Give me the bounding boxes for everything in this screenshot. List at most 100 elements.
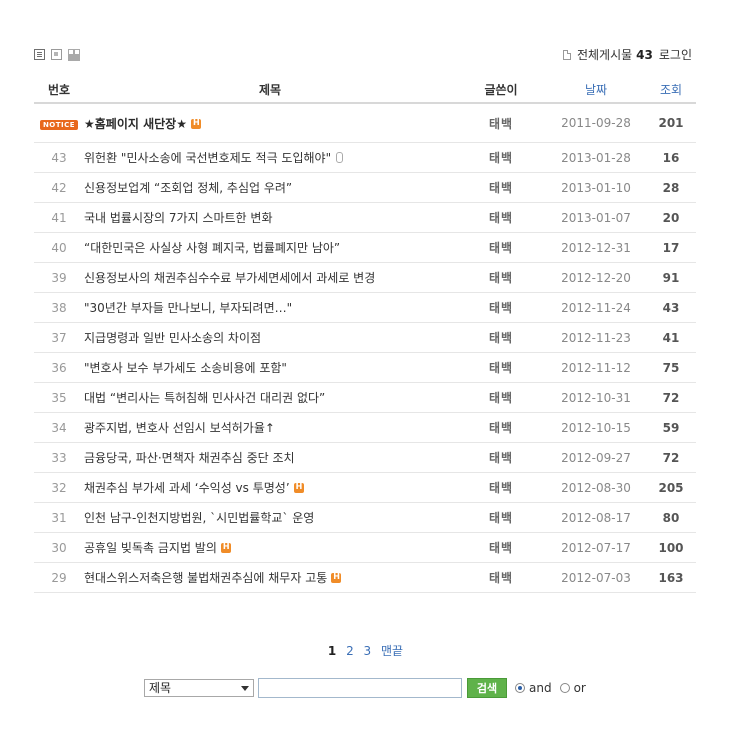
post-number: 29 [34, 562, 84, 593]
header-views[interactable]: 조회 [646, 76, 696, 104]
post-number: 42 [34, 172, 84, 203]
post-views: 75 [646, 352, 696, 383]
post-number: 41 [34, 202, 84, 233]
search-field-value: 제목 [149, 681, 172, 695]
post-views: 80 [646, 502, 696, 533]
post-date: 2013-01-28 [546, 142, 646, 173]
header-no: 번호 [34, 76, 84, 104]
post-views: 17 [646, 232, 696, 263]
post-author[interactable]: 태백 [456, 352, 546, 383]
board-table: 번호 제목 글쓴이 날짜 조회 NOTICE ★홈페이지 새단장★ 태백 201… [34, 76, 696, 593]
table-row: 30공휴일 빚독촉 금지법 발의태백2012-07-17100 [34, 532, 696, 563]
post-date: 2012-10-15 [546, 412, 646, 443]
post-author[interactable]: 태백 [456, 442, 546, 473]
post-title-link[interactable]: 금융당국, 파산·면책자 채권추심 중단 조치 [84, 442, 456, 473]
post-title-link[interactable]: "30년간 부자들 만나보니, 부자되려면…" [84, 292, 456, 323]
table-row: 43 위헌환 "민사소송에 국선변호제도 적극 도입해야" 태백 2013-01-28… [34, 142, 696, 173]
gallery-view-icon[interactable] [68, 49, 79, 60]
table-row: 38 "30년간 부자들 만나보니, 부자되려면…" 태백 2012-11-24 43 [34, 292, 696, 323]
page-current: 1 [327, 644, 337, 658]
post-date: 2012-08-17 [546, 502, 646, 533]
header-author: 글쓴이 [456, 76, 546, 104]
view-mode-switcher [34, 49, 79, 60]
notice-title-cell: ★홈페이지 새단장★ [84, 103, 456, 143]
post-title-link[interactable]: “대한민국은 사실상 사형 폐지국, 법률폐지만 남아” [84, 232, 456, 263]
post-author[interactable]: 태백 [456, 412, 546, 443]
table-row: 41 국내 법률시장의 7가지 스마트한 변화 태백 2013-01-07 20 [34, 202, 696, 233]
notice-badge: NOTICE [39, 120, 79, 130]
post-title-link[interactable]: 지급명령과 일반 민사소송의 차이점 [84, 322, 456, 353]
post-title-link[interactable]: 신용정보사의 채권추심수수료 부가세면세에서 과세로 변경 [84, 262, 456, 293]
radio-or[interactable]: or [559, 681, 586, 695]
post-author[interactable]: 태백 [456, 502, 546, 533]
post-author[interactable]: 태백 [456, 172, 546, 203]
notice-author[interactable]: 태백 [456, 103, 546, 143]
new-post-icon [220, 542, 231, 553]
table-row: 37 지급명령과 일반 민사소송의 차이점 태백 2012-11-23 41 [34, 322, 696, 353]
notice-views: 201 [646, 103, 696, 143]
post-number: 32 [34, 472, 84, 503]
list-view-icon[interactable] [34, 49, 45, 60]
post-author[interactable]: 태백 [456, 202, 546, 233]
post-date: 2012-12-31 [546, 232, 646, 263]
notice-cell: NOTICE [34, 103, 84, 143]
post-author[interactable]: 태백 [456, 382, 546, 413]
post-title-link[interactable]: "변호사 보수 부가세도 소송비용에 포함" [84, 352, 456, 383]
post-views: 43 [646, 292, 696, 323]
post-author[interactable]: 태백 [456, 142, 546, 173]
post-number: 31 [34, 502, 84, 533]
post-date: 2013-01-07 [546, 202, 646, 233]
post-author[interactable]: 태백 [456, 292, 546, 323]
document-icon [562, 49, 571, 60]
page-2-link[interactable]: 2 [346, 644, 354, 658]
table-row: 32채권추심 부가세 과세 ‘수익성 vs 투명성’태백2012-08-3020… [34, 472, 696, 503]
radio-and-indicator[interactable] [515, 683, 525, 693]
post-title-link[interactable]: 공휴일 빚독촉 금지법 발의 [84, 532, 456, 563]
post-author[interactable]: 태백 [456, 532, 546, 563]
post-date: 2012-08-30 [546, 472, 646, 503]
post-title-link[interactable]: 채권추심 부가세 과세 ‘수익성 vs 투명성’ [84, 472, 456, 503]
table-row: 39 신용정보사의 채권추심수수료 부가세면세에서 과세로 변경 태백 2012-12… [34, 262, 696, 293]
post-date: 2013-01-10 [546, 172, 646, 203]
post-views: 100 [646, 532, 696, 563]
post-views: 163 [646, 562, 696, 593]
post-date: 2012-11-24 [546, 292, 646, 323]
post-author[interactable]: 태백 [456, 322, 546, 353]
post-views: 28 [646, 172, 696, 203]
post-title-link[interactable]: 국내 법률시장의 7가지 스마트한 변화 [84, 202, 456, 233]
post-title-link[interactable]: 대법 “변리사는 특허침해 민사사건 대리권 없다” [84, 382, 456, 413]
notice-row: NOTICE ★홈페이지 새단장★ 태백 2011-09-28 201 [34, 103, 696, 143]
post-title-link[interactable]: 인천 남구-인천지방법원, `시민법률학교` 운영 [84, 502, 456, 533]
table-header: 번호 제목 글쓴이 날짜 조회 [34, 76, 696, 104]
post-author[interactable]: 태백 [456, 232, 546, 263]
total-count: 43 [636, 47, 653, 62]
page-3-link[interactable]: 3 [364, 644, 372, 658]
post-date: 2012-07-03 [546, 562, 646, 593]
header-title: 제목 [84, 76, 456, 104]
login-link[interactable]: 로그인 [659, 46, 692, 63]
radio-or-indicator[interactable] [559, 683, 570, 693]
search-field-select[interactable]: 제목 [144, 679, 254, 697]
post-number: 33 [34, 442, 84, 473]
search-input[interactable] [258, 678, 462, 698]
post-author[interactable]: 태백 [456, 472, 546, 503]
webzine-view-icon[interactable] [51, 49, 62, 60]
total-label: 전체게시물 [576, 48, 633, 62]
post-title-link[interactable]: 위헌환 "민사소송에 국선변호제도 적극 도입해야" [84, 142, 456, 173]
search-button[interactable]: 검색 [467, 678, 507, 698]
post-number: 36 [34, 352, 84, 383]
notice-title-link[interactable]: ★홈페이지 새단장★ [84, 117, 187, 131]
post-author[interactable]: 태백 [456, 262, 546, 293]
post-author[interactable]: 태백 [456, 562, 546, 593]
post-title-link[interactable]: 신용정보업계 “조회업 정체, 추심업 우려” [84, 172, 456, 203]
header-date[interactable]: 날짜 [546, 76, 646, 104]
post-date: 2012-11-12 [546, 352, 646, 383]
new-post-icon [190, 118, 201, 129]
post-title-link[interactable]: 광주지법, 변호사 선임시 보석허가율↑ [84, 412, 456, 443]
page-last-link[interactable]: 맨끝 [381, 644, 403, 658]
post-number: 34 [34, 412, 84, 443]
post-title-link[interactable]: 현대스위스저축은행 불법채권추심에 채무자 고통 [84, 562, 456, 593]
attachment-icon [336, 152, 344, 163]
radio-and[interactable]: and [515, 681, 552, 695]
post-views: 72 [646, 442, 696, 473]
